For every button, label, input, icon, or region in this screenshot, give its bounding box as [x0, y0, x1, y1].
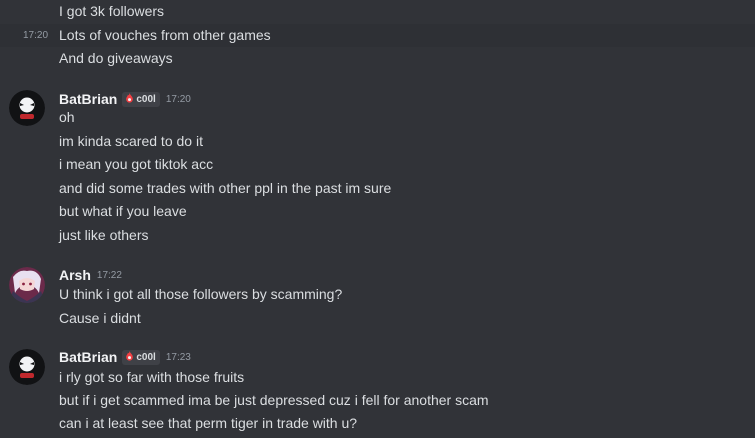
- message-line[interactable]: i mean you got tiktok acc: [0, 153, 755, 176]
- message-text: i rly got so far with those fruits: [59, 369, 245, 385]
- message-text: im kinda scared to do it: [59, 133, 203, 149]
- user-badge[interactable]: c00l: [122, 91, 160, 107]
- message-time: 17:20: [165, 93, 191, 105]
- badge-label: c00l: [136, 93, 156, 105]
- message-text: U think i got all those followers by sca…: [59, 286, 343, 302]
- username[interactable]: Arsh: [59, 267, 91, 283]
- username[interactable]: BatBrian: [59, 349, 117, 365]
- username[interactable]: BatBrian: [59, 91, 117, 107]
- message-time: 17:22: [96, 269, 122, 281]
- message-line-hovered[interactable]: 17:20 Lots of vouches from other games: [0, 24, 755, 47]
- message-list[interactable]: I got 3k followers 17:20 Lots of vouches…: [0, 0, 755, 438]
- badge-label: c00l: [136, 351, 156, 363]
- message-timestamp: 17:20: [23, 30, 49, 41]
- message-text: but if i get scammed ima be just depress…: [59, 392, 489, 408]
- message-time: 17:23: [165, 351, 191, 363]
- message-text: and did some trades with other ppl in th…: [59, 180, 392, 196]
- message-text: just like others: [59, 227, 149, 243]
- message-text: i mean you got tiktok acc: [59, 156, 214, 172]
- message-text: can i at least see that perm tiger in tr…: [59, 415, 358, 431]
- message-header: BatBrian c00l 17:23: [59, 348, 191, 366]
- message-text: And do giveaways: [59, 50, 173, 66]
- message-line[interactable]: oh: [0, 106, 755, 129]
- flame-icon: [126, 350, 134, 361]
- message-text: but what if you leave: [59, 203, 187, 219]
- message-line[interactable]: I got 3k followers: [0, 0, 755, 23]
- message-line[interactable]: but what if you leave: [0, 200, 755, 223]
- user-badge[interactable]: c00l: [122, 349, 160, 365]
- message-line[interactable]: but if i get scammed ima be just depress…: [0, 389, 755, 412]
- message-text: Lots of vouches from other games: [59, 27, 271, 43]
- message-text: Cause i didnt: [59, 310, 141, 326]
- message-text: I got 3k followers: [59, 3, 165, 19]
- message-line[interactable]: can i at least see that perm tiger in tr…: [0, 412, 755, 435]
- flame-icon: [126, 92, 134, 103]
- message-line[interactable]: Cause i didnt: [0, 307, 755, 330]
- message-line[interactable]: just like others: [0, 224, 755, 247]
- message-line[interactable]: and did some trades with other ppl in th…: [0, 177, 755, 200]
- message-line[interactable]: i rly got so far with those fruits: [0, 366, 755, 389]
- message-line[interactable]: U think i got all those followers by sca…: [0, 283, 755, 306]
- message-header: Arsh 17:22: [59, 266, 122, 284]
- message-line[interactable]: im kinda scared to do it: [0, 130, 755, 153]
- message-text: oh: [59, 109, 75, 125]
- message-line[interactable]: And do giveaways: [0, 47, 755, 70]
